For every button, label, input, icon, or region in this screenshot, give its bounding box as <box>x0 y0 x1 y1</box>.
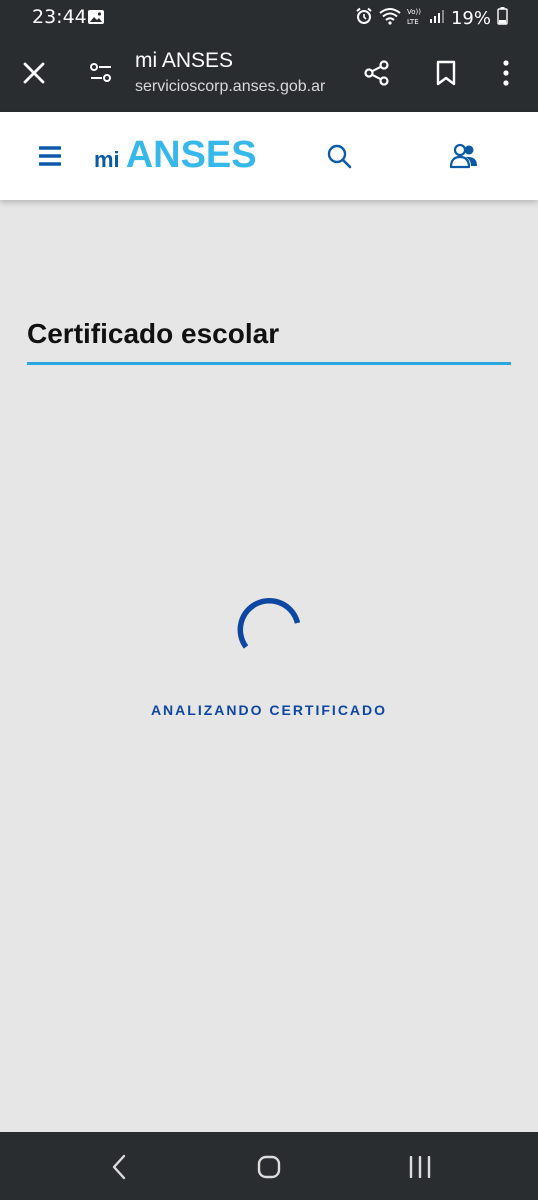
status-bar: 23:44 Vo)) LTE 19% <box>0 0 538 36</box>
menu-icon[interactable] <box>35 141 65 171</box>
svg-text:LTE: LTE <box>407 18 419 26</box>
url-text[interactable]: servicioscorp.anses.gob.ar <box>135 78 325 96</box>
back-icon[interactable] <box>99 1152 139 1182</box>
page-tab-title: mi ANSES <box>135 49 234 72</box>
site-settings-icon[interactable] <box>86 58 116 88</box>
bookmark-icon[interactable] <box>431 58 461 88</box>
logo-anses: ANSES <box>125 134 257 176</box>
svg-text:Vo)): Vo)) <box>407 8 421 16</box>
alarm-icon <box>355 7 373 30</box>
wifi-icon <box>379 7 401 30</box>
volte-icon: Vo)) LTE <box>407 6 423 31</box>
system-nav-bar <box>0 1132 538 1200</box>
site-header: mi ANSES <box>0 112 538 200</box>
anses-logo[interactable]: mi ANSES <box>94 134 257 178</box>
recents-icon[interactable] <box>400 1152 440 1182</box>
status-time: 23:44 <box>32 6 87 28</box>
page-title: Certificado escolar <box>27 318 280 349</box>
battery-icon <box>497 6 508 30</box>
account-icon[interactable] <box>449 141 479 171</box>
loading-spinner <box>233 592 305 664</box>
search-icon[interactable] <box>324 141 354 171</box>
status-icons: Vo)) LTE 19% <box>355 6 508 30</box>
share-icon[interactable] <box>362 58 392 88</box>
signal-icon <box>429 8 445 29</box>
home-icon[interactable] <box>249 1152 289 1182</box>
battery-percent: 19% <box>450 7 491 29</box>
title-underline <box>27 362 511 365</box>
image-icon <box>87 9 105 30</box>
logo-mi: mi <box>94 147 120 172</box>
close-icon[interactable] <box>19 58 49 88</box>
browser-toolbar: mi ANSES servicioscorp.anses.gob.ar <box>0 36 538 112</box>
loading-status-text: ANALIZANDO CERTIFICADO <box>150 702 388 718</box>
more-icon[interactable] <box>491 58 521 88</box>
